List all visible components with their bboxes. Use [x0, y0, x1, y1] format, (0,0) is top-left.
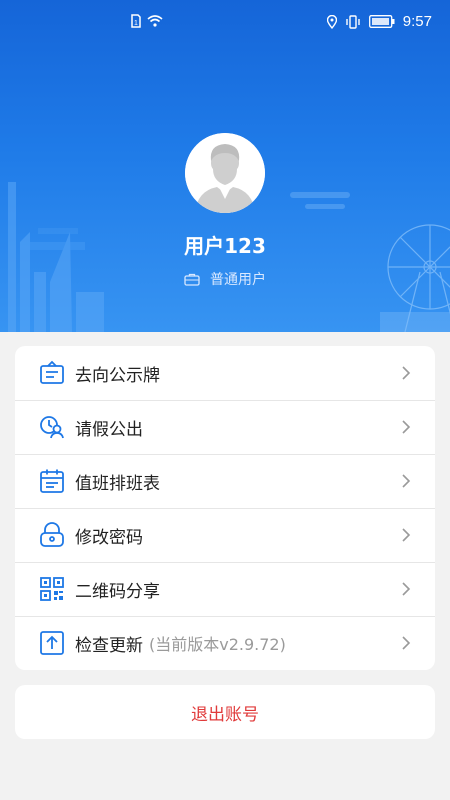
svg-text:1: 1 — [134, 20, 138, 27]
menu-card: 去向公示牌 请假公出 值班排班表 修改密码 二维码分享 检查更新 (当前版本v2… — [15, 346, 435, 670]
leave-icon — [40, 416, 64, 439]
location-icon — [326, 14, 337, 29]
lock-icon — [40, 522, 64, 547]
user-role: 普通用户 — [0, 269, 450, 289]
menu-item-leave[interactable]: 请假公出 — [15, 400, 435, 454]
menu-item-label: 请假公出 — [75, 419, 143, 440]
role-label: 普通用户 — [210, 272, 266, 288]
board-icon — [40, 360, 64, 384]
menu-item-change-password[interactable]: 修改密码 — [15, 508, 435, 562]
chevron-right-icon — [402, 474, 411, 488]
calendar-icon — [40, 469, 64, 493]
sim-icon: 1 — [131, 14, 141, 28]
chevron-right-icon — [402, 420, 411, 434]
menu-item-qrcode-share[interactable]: 二维码分享 — [15, 562, 435, 616]
avatar[interactable] — [185, 133, 265, 213]
status-bar: 1 9:57 — [0, 0, 450, 44]
menu-item-label: 二维码分享 — [75, 581, 160, 602]
chevron-right-icon — [402, 528, 411, 542]
battery-icon — [368, 15, 395, 28]
menu-item-label: 去向公示牌 — [75, 365, 160, 386]
menu-item-label: 值班排班表 — [75, 473, 160, 494]
menu-item-check-update[interactable]: 检查更新 (当前版本v2.9.72) — [15, 616, 435, 670]
menu-item-duty-schedule[interactable]: 值班排班表 — [15, 454, 435, 508]
username: 用户123 — [184, 234, 266, 258]
wifi-icon — [147, 15, 163, 27]
user-silhouette-icon — [185, 133, 265, 213]
chevron-right-icon — [402, 366, 411, 380]
menu-item-status-board[interactable]: 去向公示牌 — [15, 346, 435, 400]
menu-item-label: 检查更新 — [75, 635, 143, 656]
vibrate-icon — [346, 14, 360, 29]
menu-item-label: 修改密码 — [75, 527, 143, 548]
qrcode-icon — [40, 577, 64, 601]
briefcase-icon — [184, 273, 200, 286]
profile-header: 1 9:57 用户123 普通用户 — [0, 0, 450, 332]
logout-button[interactable]: 退出账号 — [15, 685, 435, 739]
status-time: 9:57 — [402, 13, 432, 30]
chevron-right-icon — [402, 636, 411, 650]
current-version: (当前版本v2.9.72) — [149, 635, 286, 654]
chevron-right-icon — [402, 582, 411, 596]
upload-icon — [40, 631, 64, 655]
